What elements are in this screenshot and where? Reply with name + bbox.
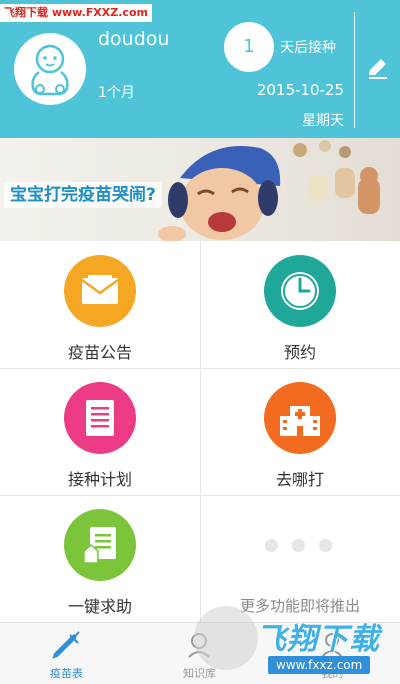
feature-grid: 疫苗公告 预约 接种计划 去哪打 一键求助 更多功能即将推出 xyxy=(0,241,400,622)
banner-ad[interactable]: 宝宝打完疫苗哭闹? xyxy=(0,138,400,241)
knowledge-icon xyxy=(188,633,210,658)
feature-appointment[interactable]: 预约 xyxy=(200,241,400,368)
feature-vaccination-plan[interactable]: 接种计划 xyxy=(0,368,200,495)
header-divider xyxy=(354,12,355,128)
tab-vaccine-schedule[interactable]: 疫苗表 xyxy=(0,623,133,684)
crying-baby-image xyxy=(158,140,380,241)
top-watermark: 飞翔下载 www.FXXZ.com xyxy=(0,4,152,22)
feature-where-to-vaccinate[interactable]: 去哪打 xyxy=(200,368,400,495)
app-screen: 飞翔下载 www.FXXZ.com doudou 1个月 1 天后接种 2015… xyxy=(0,0,400,684)
clock-icon xyxy=(264,255,336,327)
envelope-icon xyxy=(64,255,136,327)
tab-knowledge-base[interactable]: 知识库 xyxy=(133,623,266,684)
vaccine-date: 2015-10-25 xyxy=(256,81,344,99)
baby-age: 1个月 xyxy=(98,85,135,101)
feature-one-click-help[interactable]: 一键求助 xyxy=(0,495,200,622)
help-document-icon xyxy=(64,509,136,581)
tab-mine[interactable]: 我的 xyxy=(266,623,399,684)
banner-headline: 宝宝打完疫苗哭闹? xyxy=(4,182,162,208)
tab-label: 疫苗表 xyxy=(50,667,83,680)
profile-header: 飞翔下载 www.FXXZ.com doudou 1个月 1 天后接种 2015… xyxy=(0,0,400,138)
tab-label: 我的 xyxy=(321,667,344,680)
pencil-icon xyxy=(369,59,387,79)
edit-profile-button[interactable] xyxy=(362,52,394,84)
baby-avatar[interactable] xyxy=(14,33,86,105)
days-until-vaccine: 1 xyxy=(224,22,274,72)
document-icon xyxy=(64,382,136,454)
baby-avatar-icon xyxy=(31,44,69,96)
days-until-label: 天后接种 xyxy=(280,40,336,56)
more-features-text: 更多功能即将推出 xyxy=(239,597,360,615)
hospital-icon xyxy=(264,382,336,454)
grid-divider xyxy=(200,241,201,622)
feature-vaccine-notice[interactable]: 疫苗公告 xyxy=(0,241,200,368)
bottom-tab-bar: 疫苗表 知识库 我的 xyxy=(0,622,400,684)
syringe-icon xyxy=(52,631,80,659)
feature-label: 去哪打 xyxy=(275,470,324,489)
baby-name: doudou xyxy=(98,28,170,50)
vaccine-weekday: 星期天 xyxy=(302,113,344,129)
user-icon xyxy=(320,633,344,659)
loading-dots xyxy=(265,539,332,552)
tab-label: 知识库 xyxy=(183,667,216,680)
feature-label: 一键求助 xyxy=(67,597,132,616)
feature-label: 接种计划 xyxy=(67,470,132,489)
feature-label: 疫苗公告 xyxy=(67,343,132,362)
feature-label: 预约 xyxy=(283,343,316,362)
